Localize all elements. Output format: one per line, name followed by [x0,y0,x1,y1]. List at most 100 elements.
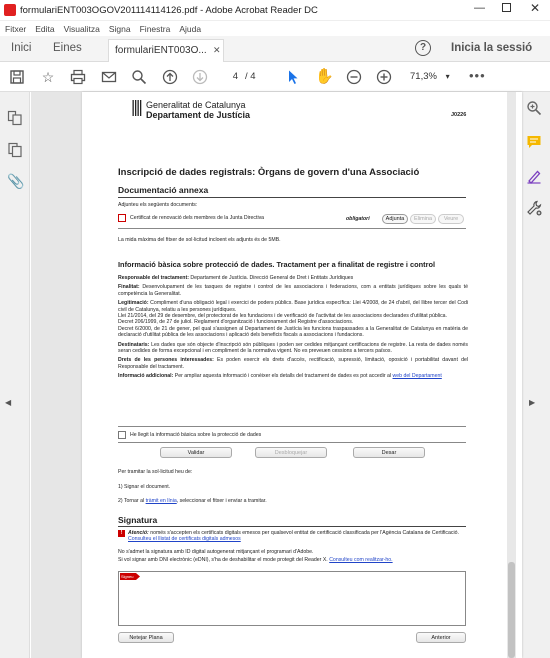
tab-document-label: formulariENT003O... [115,45,207,56]
warning-icon: ! [118,530,125,537]
attachment-item-label: Certificat de renovació dels membres de … [130,215,265,221]
attachment-paperclip-icon[interactable]: 📎 [7,173,24,189]
page-number-input[interactable]: 4 [220,71,238,82]
copy-pages-icon[interactable] [7,142,23,158]
comment-icon[interactable] [526,134,542,150]
tab-bar: Inici Eines formulariENT003O... ✕ ? Inic… [0,36,550,62]
previous-button[interactable]: Anterior [416,632,466,643]
section-divider [118,197,466,198]
purpose-label: Finalitat: [118,284,140,291]
signature-heading: Signatura [118,515,158,525]
legitimacy-law-4: Decret 6/2000, de 21 de gener, pel qual … [118,325,468,339]
chevron-down-icon: ▾ [445,72,450,81]
help-icon[interactable]: ? [415,40,431,56]
select-cursor-icon[interactable] [285,69,301,85]
page-thumbnails-icon[interactable] [7,110,23,126]
save-form-button[interactable]: Desar [353,447,425,458]
required-label: obligatori [346,216,370,222]
org-name-line2: Departament de Justícia [146,110,251,120]
form-title: Inscripció de dades registrals: Òrgans d… [118,167,420,178]
vertical-scrollbar[interactable] [507,92,516,658]
additional-info-label: Informació addicional: [118,373,174,380]
next-page-icon [192,69,208,85]
additional-info-text: Per ampliar aquesta informació i conèixe… [173,373,393,380]
left-navigation-pane: 📎 ◀ [0,92,30,658]
attention-text: només s'accepten els certificats digital… [148,530,459,536]
step-2: 2) Tornar al tràmit en línia, selecciona… [118,498,267,504]
expand-left-pane-icon[interactable]: ◀ [5,398,11,407]
more-tools-icon[interactable]: ••• [469,68,486,83]
main-toolbar: ☆ 4 / 4 ✋ 71,3% ▾ ••• [0,62,550,92]
menu-item-sign[interactable]: Signa [109,24,131,34]
attach-button[interactable]: Adjunta [382,214,408,224]
search-icon[interactable] [131,69,147,85]
menu-item-help[interactable]: Ajuda [179,24,201,34]
department-web-link[interactable]: web del Departament [393,373,442,379]
close-tab-icon[interactable]: ✕ [213,45,221,56]
step-2-suffix: , seleccionar el fitxer i enviar a trami… [176,498,267,504]
menu-bar: Fitxer Edita Visualitza Signa Finestra A… [0,21,550,36]
controller-label: Responsable del tractament: [118,275,189,281]
fill-and-sign-icon[interactable] [526,168,542,184]
section-attachments-heading: Documentació annexa [118,185,209,195]
generalitat-logo [132,100,142,116]
unlock-button: Desbloquejar [255,447,327,458]
menu-item-view[interactable]: Visualitza [64,24,100,34]
tab-document[interactable]: formulariENT003O... ✕ [108,39,224,62]
instructions-intro: Per tramitar la sol·licitud heu de: [118,469,193,475]
signature-notice: Atenció: només s'accepten els certificat… [128,530,468,543]
menu-item-file[interactable]: Fitxer [5,24,26,34]
zoom-out-icon[interactable] [346,69,362,85]
consent-top-divider [118,426,466,427]
view-attachment-button: Veure [438,214,464,224]
org-name-line1: Generalitat de Catalunya [146,100,246,110]
bookmark-star-icon[interactable]: ☆ [40,69,56,85]
save-icon[interactable] [9,69,25,85]
recipients-label: Destinataris: [118,341,150,348]
legitimacy-label: Legitimació: [118,300,149,307]
online-procedure-link[interactable]: tràmit en línia [146,498,177,504]
privacy-consent-checkbox[interactable] [118,431,126,439]
certificates-list-link[interactable]: Consulteu el llistat de certificats digi… [128,536,241,542]
previous-page-icon[interactable] [162,69,178,85]
sign-in-link[interactable]: Inicia la sessió [451,42,532,54]
document-canvas: Generalitat de Catalunya Departament de … [31,92,522,658]
legitimacy-text: Compliment d'una obligació legal i exerc… [118,300,468,313]
how-to-link[interactable]: Consulteu com realitzar-ho. [329,557,392,563]
email-icon[interactable] [101,69,117,85]
signature-field-tag: Signeu [120,573,140,580]
print-icon[interactable] [70,69,86,85]
close-window-button[interactable]: ✕ [530,1,540,15]
attachments-instructions: Adjunteu els següents documents: [118,202,198,208]
pdf-page: Generalitat de Catalunya Departament de … [82,92,522,658]
more-tools-wrench-icon[interactable] [526,200,542,216]
signature-field[interactable]: Signeu [118,571,466,626]
consent-bottom-divider [118,442,466,443]
scrollbar-thumb[interactable] [508,562,515,658]
zoom-level-dropdown[interactable]: 71,3% ▾ [410,71,450,82]
minimize-button[interactable]: — [474,2,485,14]
data-protection-heading: Informació bàsica sobre protecció de dad… [118,260,436,269]
tab-home[interactable]: Inici [11,42,31,54]
data-protection-body: Responsable del tractament: Departament … [118,275,468,380]
rights-label: Drets de les persones interessades: [118,357,214,364]
maximize-button[interactable] [502,3,511,12]
form-code: J0226 [451,112,467,118]
menu-item-window[interactable]: Finestra [140,24,171,34]
validate-button[interactable]: Validar [160,447,232,458]
hand-tool-icon[interactable]: ✋ [315,69,334,85]
delete-attachment-button: Elimina [410,214,436,224]
zoom-magnifier-icon[interactable] [526,100,542,116]
zoom-in-icon[interactable] [376,69,392,85]
tab-tools[interactable]: Eines [53,42,82,54]
required-checkbox[interactable] [118,214,126,222]
menu-item-edit[interactable]: Edita [35,24,54,34]
page-total: / 4 [245,71,256,82]
attention-label: Atenció: [128,530,149,536]
file-size-note: La mida màxima del fitxer de sol·licitud… [118,237,281,243]
collapse-right-pane-icon[interactable]: ▶ [529,398,535,407]
recipients-text: Les dades que són objecte d'inscripció s… [118,341,468,355]
clear-page-button[interactable]: Netejar Plana [118,632,174,643]
purpose-text: Desenvolupament de les tasques de regist… [118,284,468,297]
controller-text: Departament de Justícia. Direcció Genera… [188,275,354,281]
